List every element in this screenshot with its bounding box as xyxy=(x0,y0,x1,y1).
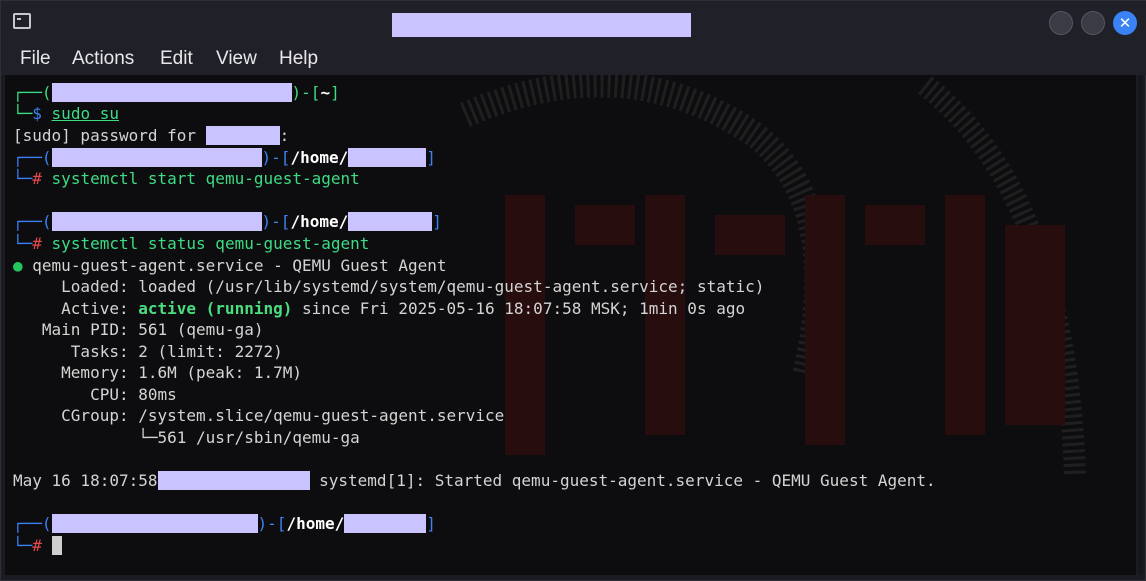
prompt-line-1: ┌──()-[~] xyxy=(13,83,340,102)
minimize-button[interactable] xyxy=(1049,11,1073,35)
menu-actions[interactable]: Actions xyxy=(72,48,134,70)
pid-line: Main PID: 561 (qemu-ga) xyxy=(13,320,264,339)
cpu-line: CPU: 80ms xyxy=(13,385,177,404)
redacted-home-dir xyxy=(344,514,427,533)
command-line-current[interactable]: └─# xyxy=(13,535,62,556)
redacted-root-host xyxy=(51,148,262,167)
redacted-root-host xyxy=(51,514,258,533)
active-line: Active: active (running) since Fri 2025-… xyxy=(13,299,746,318)
redacted-home-dir xyxy=(348,212,433,231)
terminal-window: ✕ File Actions Edit View Help ┌──()-[~] xyxy=(0,0,1146,581)
terminal-app-icon xyxy=(13,13,31,29)
menu-view[interactable]: View xyxy=(216,48,257,70)
active-state: active (running) xyxy=(138,299,293,318)
redacted-hostname xyxy=(157,471,310,490)
tasks-line: Tasks: 2 (limit: 2272) xyxy=(13,342,283,361)
close-button[interactable]: ✕ xyxy=(1113,11,1137,35)
root-prompt-line-2: ┌──()-[/home/] xyxy=(13,212,442,231)
sudo-password-prompt: [sudo] password for : xyxy=(13,126,290,145)
cgroup-line: CGroup: /system.slice/qemu-guest-agent.s… xyxy=(13,406,505,425)
root-prompt-line-3: ┌──()-[/home/] xyxy=(13,514,436,533)
command-line-3: └─# systemctl status qemu-guest-agent xyxy=(13,234,370,253)
redacted-user-host xyxy=(51,83,292,102)
redacted-root-host xyxy=(51,212,262,231)
menu-bar: File Actions Edit View Help xyxy=(1,45,1146,75)
memory-line: Memory: 1.6M (peak: 1.7M) xyxy=(13,363,302,382)
terminal-scrollbar[interactable] xyxy=(1138,75,1143,575)
command-line-1: └─$ sudo su xyxy=(13,104,119,123)
service-status-dot-icon: ● xyxy=(13,256,23,275)
maximize-button[interactable] xyxy=(1081,11,1105,35)
menu-edit[interactable]: Edit xyxy=(160,48,193,70)
service-header: ● qemu-guest-agent.service - QEMU Guest … xyxy=(13,256,447,275)
close-icon: ✕ xyxy=(1118,14,1132,32)
redacted-home-dir xyxy=(348,148,427,167)
window-title xyxy=(392,13,691,37)
title-bar[interactable]: ✕ xyxy=(1,1,1146,45)
text-cursor xyxy=(51,536,62,555)
terminal-output[interactable]: ┌──()-[~] └─$ sudo su [sudo] password fo… xyxy=(5,75,1136,575)
root-prompt-line-1: ┌──()-[/home/] xyxy=(13,148,436,167)
redacted-username xyxy=(205,126,280,145)
command-line-2: └─# systemctl start qemu-guest-agent xyxy=(13,169,360,188)
loaded-line: Loaded: loaded (/usr/lib/systemd/system/… xyxy=(13,277,765,296)
menu-file[interactable]: File xyxy=(20,48,51,70)
menu-help[interactable]: Help xyxy=(279,48,318,70)
kali-dragon-watermark-icon xyxy=(459,75,1086,476)
journal-log-line: May 16 18:07:58 systemd[1]: Started qemu… xyxy=(13,471,936,490)
cgroup-child-line: └─561 /usr/sbin/qemu-ga xyxy=(13,428,360,447)
